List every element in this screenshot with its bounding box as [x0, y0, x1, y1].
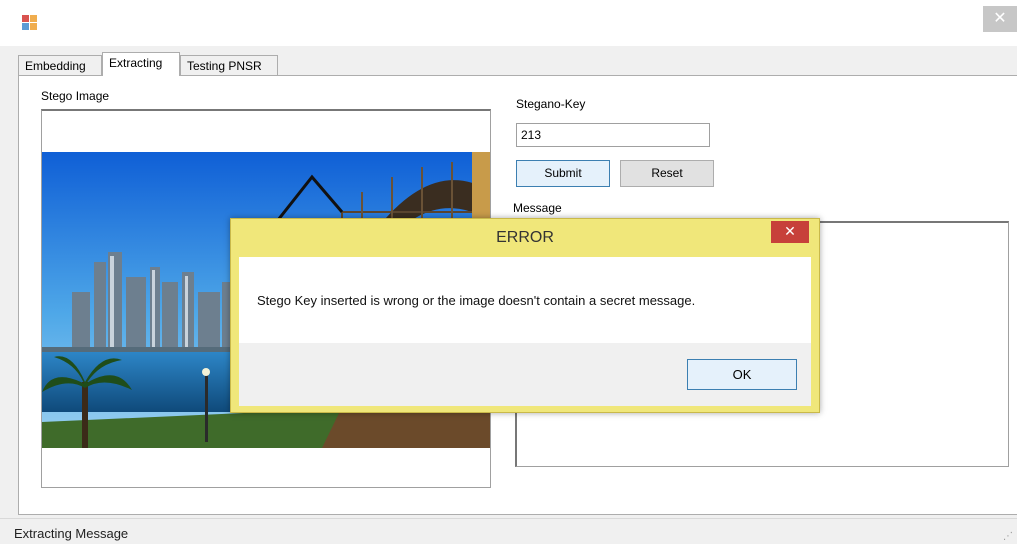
tab-testing-pnsr[interactable]: Testing PNSR [180, 55, 278, 76]
stego-key-input[interactable] [516, 123, 710, 147]
status-text: Extracting Message [14, 526, 129, 541]
dialog-title: ERROR [496, 229, 554, 246]
error-dialog: ERROR ✕ Stego Key inserted is wrong or t… [230, 218, 820, 413]
window-close-button[interactable]: ✕ [983, 6, 1017, 32]
dialog-footer: OK [239, 343, 811, 406]
title-bar: ✕ [0, 0, 1017, 46]
submit-button[interactable]: Submit [516, 160, 610, 187]
resize-grip-icon[interactable]: ⋰ [1003, 531, 1013, 542]
tab-extracting[interactable]: Extracting [102, 52, 180, 76]
ok-button[interactable]: OK [687, 359, 797, 390]
main-window: ✕ Embedding Extracting Testing PNSR Steg… [0, 0, 1017, 544]
app-icon [22, 15, 38, 31]
dialog-body: Stego Key inserted is wrong or the image… [239, 257, 811, 406]
stego-key-label: Steganо-Key [516, 97, 586, 111]
message-label: Message [513, 201, 562, 215]
reset-button[interactable]: Reset [620, 160, 714, 187]
tab-embedding[interactable]: Embedding [18, 55, 102, 76]
dialog-message: Stego Key inserted is wrong or the image… [257, 293, 696, 308]
stego-image-label: Stego Image [41, 89, 110, 103]
dialog-close-button[interactable]: ✕ [771, 221, 809, 243]
status-bar: Extracting Message ⋰ [0, 518, 1017, 544]
